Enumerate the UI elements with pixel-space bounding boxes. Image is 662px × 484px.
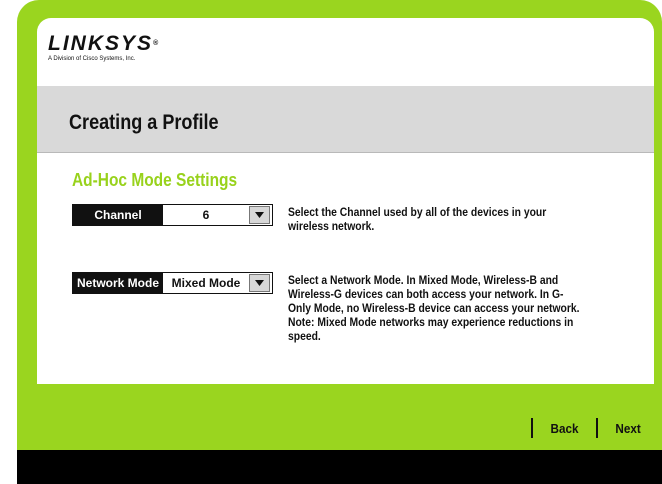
section-title: Ad-Hoc Mode Settings (72, 170, 238, 190)
back-button[interactable]: Back (550, 421, 578, 436)
channel-select[interactable]: Channel 6 (72, 204, 273, 226)
page-title: Creating a Profile (69, 111, 219, 134)
network-mode-select[interactable]: Network Mode Mixed Mode (72, 272, 273, 294)
triangle-down-icon (255, 280, 264, 286)
title-band: Creating a Profile (37, 86, 654, 153)
network-mode-description: Select a Network Mode. In Mixed Mode, Wi… (288, 274, 585, 344)
channel-description: Select the Channel used by all of the de… (288, 207, 547, 233)
network-mode-dropdown-button[interactable] (249, 274, 270, 292)
logo-wordmark: LINKSYS (48, 32, 154, 55)
wizard-frame: LINKSYS® A Division of Cisco Systems, In… (17, 0, 662, 484)
bottom-band (17, 450, 662, 484)
linksys-logo: LINKSYS® A Division of Cisco Systems, In… (48, 32, 161, 62)
content-panel: LINKSYS® A Division of Cisco Systems, In… (37, 18, 654, 384)
channel-value[interactable]: 6 (163, 208, 249, 222)
nav-separator (530, 418, 533, 438)
wizard-navigation: Back Next (530, 418, 642, 438)
triangle-down-icon (255, 212, 264, 218)
network-mode-value[interactable]: Mixed Mode (163, 276, 249, 290)
channel-label: Channel (73, 205, 163, 225)
channel-dropdown-button[interactable] (249, 206, 270, 224)
network-mode-label: Network Mode (73, 273, 163, 293)
logo-tagline: A Division of Cisco Systems, Inc. (48, 56, 136, 62)
network-mode-desc-text-1: Select a Network Mode. In (288, 275, 419, 287)
next-button[interactable]: Next (615, 421, 640, 436)
logo-registered: ® (153, 40, 161, 47)
nav-separator (595, 418, 598, 438)
network-mode-desc-bold-mixed: Mixed Mode (418, 275, 478, 287)
